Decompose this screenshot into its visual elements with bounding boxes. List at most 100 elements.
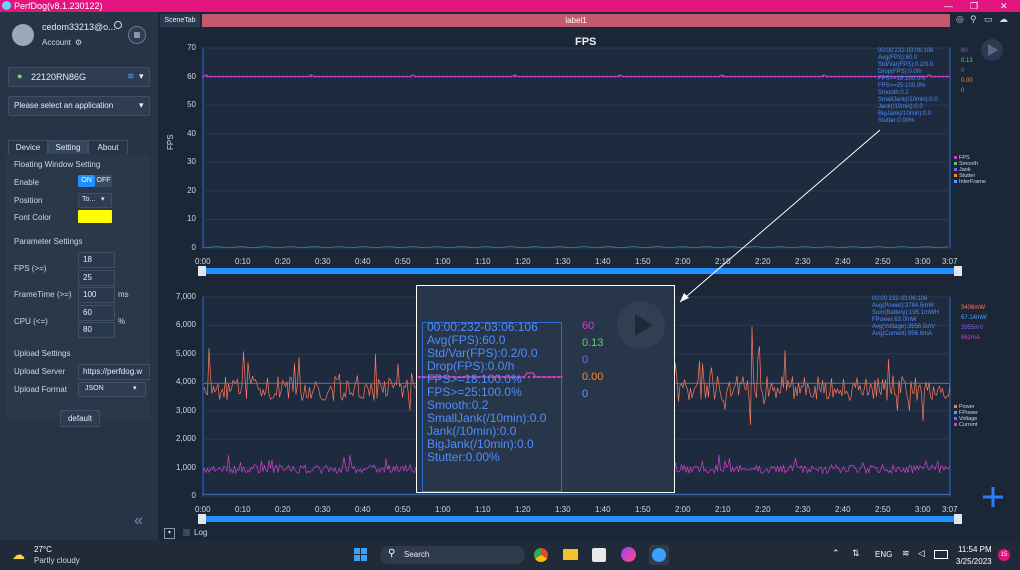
fps-point (558, 75, 560, 78)
fps-point (710, 75, 712, 78)
fps-point (562, 75, 564, 78)
wifi-icon[interactable]: ≋ (902, 548, 910, 559)
fps-x-tick: 2:30 (795, 257, 811, 266)
clock-time[interactable]: 11:54 PM (958, 545, 992, 554)
fps-point (342, 75, 344, 78)
fps-point (294, 75, 296, 78)
fps-point (322, 75, 324, 78)
fps-point (274, 75, 276, 78)
legend-swatch (954, 180, 957, 184)
power-stat-line: Avg(Current):956.6mA (872, 331, 932, 337)
fps-point (846, 75, 848, 78)
fps-point (238, 75, 240, 78)
weather-temp[interactable]: 27°C (34, 545, 52, 554)
clock-date[interactable]: 3/25/2023 (956, 557, 992, 566)
power-stat-line: Avg(Voltage):3956.5mV (872, 324, 936, 330)
language-indicator[interactable]: ENG (875, 550, 892, 559)
file-explorer-icon[interactable] (563, 549, 578, 560)
fps-value: 60 (961, 48, 968, 54)
fps-point (934, 75, 936, 78)
search-label: Search (404, 550, 430, 559)
fps-x-tick: 2:20 (755, 257, 771, 266)
fps-x-tick: 0:40 (355, 257, 371, 266)
fps-point (866, 75, 868, 78)
fps-point (674, 75, 676, 78)
power-scroll-handle-right[interactable] (954, 514, 962, 524)
power-x-tick: 2:30 (795, 505, 811, 514)
fps-point (234, 75, 236, 78)
chrome-icon[interactable] (534, 548, 548, 562)
battery-icon[interactable] (934, 550, 948, 559)
fps-x-tick: 2:50 (875, 257, 891, 266)
power-stat-line: 00:00:232-03:06:106 (872, 296, 928, 302)
fps-point (850, 75, 852, 78)
fps-time-scrollbar[interactable] (200, 268, 962, 274)
settings-sliders-icon[interactable]: ⇅ (852, 548, 860, 559)
fps-point (218, 75, 220, 78)
speaker-icon[interactable]: ◁ (918, 548, 925, 559)
preview-fps-point (532, 375, 536, 379)
fps-scroll-handle-left[interactable] (198, 266, 206, 276)
fps-point (446, 75, 448, 78)
fps-point (362, 75, 364, 78)
fps-x-tick: 2:40 (835, 257, 851, 266)
power-x-tick: 0:40 (355, 505, 371, 514)
fps-point (494, 75, 496, 78)
fps-point (438, 75, 440, 78)
fps-point (346, 75, 348, 78)
power-y-tick: 3,000 (175, 405, 196, 415)
fps-point (246, 75, 248, 78)
legend-swatch (954, 405, 957, 409)
fps-point (538, 75, 540, 78)
power-scroll-handle-left[interactable] (198, 514, 206, 524)
chevron-up-icon[interactable]: ⌃ (832, 548, 840, 559)
fps-point (726, 75, 728, 78)
fps-point (566, 75, 568, 78)
notification-badge[interactable]: 15 (998, 549, 1010, 561)
fps-point (806, 75, 808, 78)
power-stat-line: Sum(Battery):195.1mWH (872, 310, 940, 316)
preview-value: 0.00 (582, 371, 604, 383)
fps-point (582, 75, 584, 78)
weather-icon[interactable]: ☁ (12, 547, 25, 563)
fps-point (414, 75, 416, 78)
weather-desc[interactable]: Partly cloudy (34, 556, 80, 565)
fps-point (714, 75, 716, 78)
log-expand-button[interactable]: ▾ (164, 528, 175, 539)
fps-point (554, 75, 556, 78)
fps-scroll-handle-right[interactable] (954, 266, 962, 276)
perfdog-taskbar-icon[interactable] (649, 545, 669, 565)
floating-window-preview[interactable]: 00:00:232-03:06:106 Avg(FPS):60.0 Std/Var(… (416, 285, 675, 493)
fps-point (430, 75, 432, 78)
power-value: 3406mW (961, 305, 986, 311)
fps-point (366, 75, 368, 78)
power-time-scrollbar[interactable] (200, 516, 962, 522)
fps-stat-line: Avg(FPS):60.0 (878, 55, 918, 61)
fps-point (250, 75, 252, 78)
fps-point (534, 75, 536, 78)
fps-point (790, 75, 792, 78)
fps-point (422, 75, 424, 78)
fps-point (762, 75, 764, 78)
fps-point (798, 75, 800, 78)
fps-point (706, 75, 708, 78)
store-icon[interactable] (592, 548, 606, 562)
fps-point (682, 75, 684, 78)
messenger-icon[interactable] (621, 547, 636, 562)
preview-value: 60 (582, 320, 595, 332)
fps-point (334, 75, 336, 78)
taskbar-search[interactable]: ⚲ Search (380, 546, 525, 564)
fps-point (462, 75, 464, 78)
power-x-tick: 0:20 (275, 505, 291, 514)
fps-x-tick: 0:20 (275, 257, 291, 266)
fps-point (230, 75, 232, 78)
legend-swatch (954, 174, 957, 178)
fps-y-tick: 30 (187, 157, 196, 167)
log-checkbox[interactable] (183, 529, 190, 536)
fps-point (758, 75, 760, 78)
fps-point (518, 75, 520, 78)
preview-fps-point (547, 375, 551, 379)
fps-stat-line: SmallJank(/10min):0.0 (878, 97, 938, 103)
windows-start-icon[interactable] (354, 548, 368, 562)
fps-point (350, 75, 352, 78)
